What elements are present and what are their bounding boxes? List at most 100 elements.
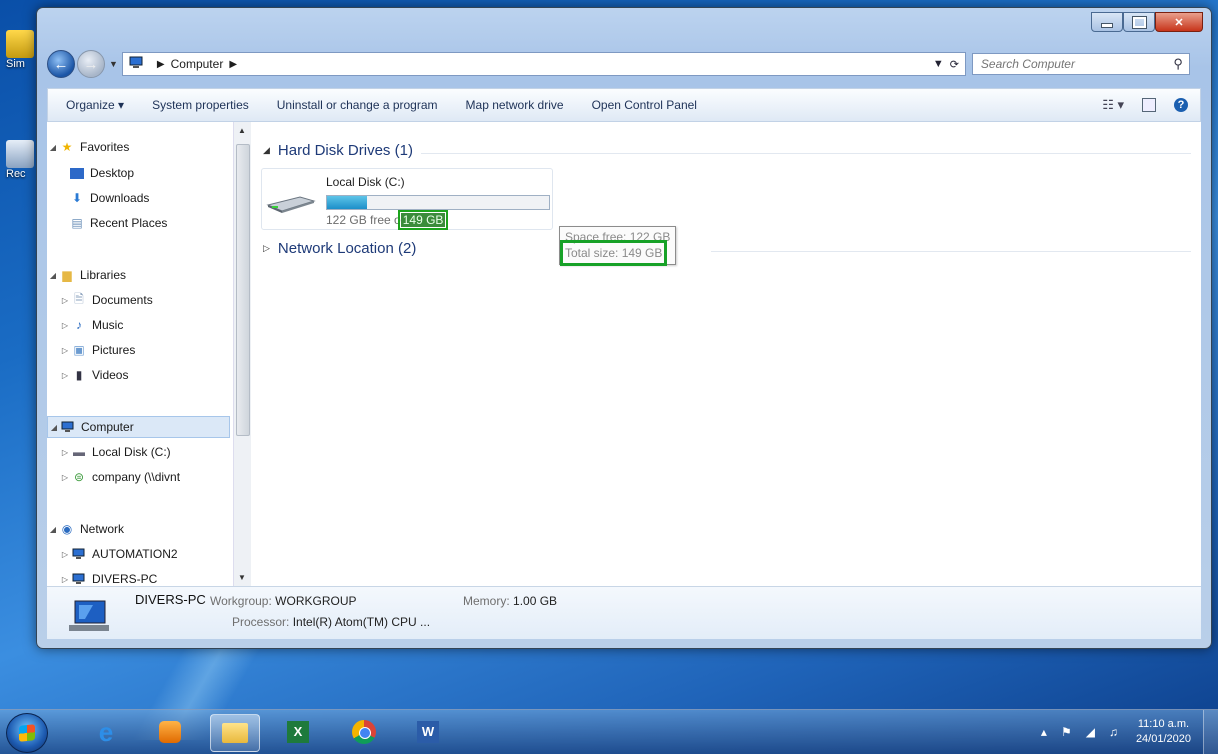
nav-videos[interactable]: ▷ ▮ Videos [59, 364, 129, 386]
search-box[interactable]: ⚲ [971, 53, 1190, 75]
nav-libraries[interactable]: ◢ ▆ Libraries [47, 264, 126, 286]
nav-label: Network [80, 522, 125, 536]
nav-music[interactable]: ▷ ♪ Music [59, 314, 123, 336]
group-hard-disk-drives[interactable]: ◢ Hard Disk Drives (1) [263, 142, 413, 159]
breadcrumb-separator-icon[interactable]: ▶ [229, 59, 237, 70]
videos-icon: ▮ [75, 368, 83, 382]
nav-network[interactable]: ◢ ◉ Network [47, 518, 124, 540]
scroll-down-icon[interactable]: ▼ [238, 573, 246, 582]
nav-label: Music [92, 318, 124, 332]
preview-pane-icon[interactable] [1142, 98, 1156, 112]
collapse-icon[interactable]: ◢ [47, 143, 59, 152]
search-icon[interactable]: ⚲ [1173, 56, 1183, 72]
recent-pages-dropdown[interactable]: ▼ [109, 59, 118, 69]
collapse-icon[interactable]: ◢ [47, 525, 59, 534]
nav-automation2[interactable]: ▷ AUTOMATION2 [59, 543, 178, 565]
address-bar[interactable]: ▶ Computer ▶ ▼ ⟳ [121, 52, 966, 76]
nav-label: Recent Places [90, 216, 168, 230]
taskbar-media-player[interactable] [146, 714, 194, 750]
collapse-icon[interactable]: ◢ [47, 271, 59, 280]
expand-icon[interactable]: ▷ [263, 243, 270, 254]
group-network-location[interactable]: ▷ Network Location (2) [263, 240, 416, 257]
expand-icon[interactable]: ▷ [59, 371, 71, 380]
drive-tooltip: Space free: 122 GB Total size: 149 GB [559, 226, 677, 266]
system-properties-button[interactable]: System properties [138, 98, 263, 112]
desktop-icon-recycle[interactable]: Rec [6, 140, 36, 180]
taskbar-internet-explorer[interactable]: e [82, 714, 130, 750]
close-button[interactable]: ✕ [1155, 12, 1203, 32]
system-tray: ▴ ⚑ ◢ ♫ 11:10 a.m. 24/01/2020 [1041, 710, 1218, 754]
desktop-icon-sim[interactable]: Sim [6, 30, 36, 70]
taskbar-chrome[interactable] [340, 714, 388, 750]
drive-free-text: 122 GB free o 149 GB [326, 210, 449, 230]
uninstall-program-button[interactable]: Uninstall or change a program [263, 98, 452, 112]
nav-label: Libraries [80, 268, 127, 282]
nav-label: Pictures [92, 343, 136, 357]
expand-icon[interactable]: ▷ [59, 321, 71, 330]
back-button[interactable]: ← [47, 50, 75, 78]
expand-icon[interactable]: ▷ [59, 550, 71, 559]
nav-downloads[interactable]: ⬇ Downloads [69, 187, 149, 209]
nav-documents[interactable]: ▷ 🗎 Documents [59, 289, 153, 311]
window-controls: ✕ [1091, 12, 1203, 32]
action-center-flag-icon[interactable]: ⚑ [1061, 725, 1072, 739]
internet-explorer-icon: e [98, 716, 114, 747]
nav-company-share[interactable]: ▷ ⊜ company (\\divnt [59, 466, 180, 488]
maximize-button[interactable] [1123, 12, 1155, 32]
taskbar-excel[interactable]: X [274, 714, 322, 750]
drive-tile-local-disk[interactable]: Local Disk (C:) 122 GB free o 149 GB [261, 168, 553, 230]
help-icon[interactable]: ? [1174, 98, 1188, 112]
show-hidden-icons-icon[interactable]: ▴ [1041, 725, 1047, 739]
expand-icon[interactable]: ▷ [59, 473, 71, 482]
nav-label: Desktop [90, 166, 135, 180]
minimize-icon [1101, 22, 1113, 28]
refresh-icon[interactable]: ⟳ [950, 58, 959, 71]
folder-icon [222, 723, 248, 743]
details-pane: DIVERS-PC Workgroup: WORKGROUP Memory: 1… [47, 586, 1201, 639]
shortcut-icon [6, 30, 34, 58]
breadcrumb-computer[interactable]: Computer [171, 57, 224, 71]
clock-time: 11:10 a.m. [1137, 718, 1190, 730]
collapse-icon[interactable]: ◢ [48, 423, 60, 432]
navigation-scrollbar[interactable]: ▲ ▼ [233, 122, 251, 586]
taskbar-word[interactable]: W [404, 714, 452, 750]
open-control-panel-button[interactable]: Open Control Panel [578, 98, 711, 112]
desktop-icon [69, 166, 85, 180]
back-arrow-icon: ← [53, 55, 69, 73]
taskbar-file-explorer[interactable] [210, 714, 260, 752]
clock[interactable]: 11:10 a.m. 24/01/2020 [1136, 717, 1191, 747]
forward-button[interactable]: → [77, 50, 105, 78]
network-status-icon[interactable]: ◢ [1086, 725, 1095, 739]
nav-desktop[interactable]: Desktop [69, 162, 134, 184]
volume-icon[interactable]: ♫ [1109, 725, 1118, 739]
breadcrumb-separator-icon[interactable]: ▶ [157, 59, 165, 70]
scroll-up-icon[interactable]: ▲ [238, 126, 246, 135]
nav-computer[interactable]: ◢ Computer [47, 416, 230, 438]
change-view-icon[interactable]: ☷ ▾ [1102, 97, 1124, 113]
command-bar: Organize ▾ System properties Uninstall o… [47, 88, 1201, 122]
organize-button[interactable]: Organize ▾ [48, 98, 138, 112]
address-dropdown-icon[interactable]: ▼ [933, 58, 944, 70]
chrome-icon [352, 720, 376, 744]
nav-divers-pc[interactable]: ▷ DIVERS-PC [59, 568, 157, 586]
nav-local-disk[interactable]: ▷ ▬ Local Disk (C:) [59, 441, 171, 463]
show-desktop-button[interactable] [1203, 710, 1218, 754]
expand-icon[interactable]: ▷ [59, 296, 71, 305]
expand-icon[interactable]: ▷ [59, 575, 71, 584]
content-pane: ◢ Hard Disk Drives (1) Local Disk (C:) 1… [251, 122, 1201, 586]
nav-pictures[interactable]: ▷ ▣ Pictures [59, 339, 135, 361]
downloads-icon: ⬇ [71, 191, 83, 205]
nav-recent-places[interactable]: ▤ Recent Places [69, 212, 167, 234]
expand-icon[interactable]: ▷ [59, 448, 71, 457]
workgroup-value: WORKGROUP [275, 594, 357, 608]
explorer-window: ✕ ← → ▼ ▶ Computer ▶ ▼ ⟳ ⚲ Organize ▾ Sy… [36, 7, 1212, 649]
start-button[interactable] [6, 713, 48, 753]
search-input[interactable] [978, 56, 1174, 72]
minimize-button[interactable] [1091, 12, 1123, 32]
scrollbar-thumb[interactable] [236, 144, 250, 436]
computer-icon [60, 420, 76, 434]
map-network-drive-button[interactable]: Map network drive [452, 98, 578, 112]
collapse-icon[interactable]: ◢ [263, 145, 270, 156]
nav-favorites[interactable]: ◢ ★ Favorites [47, 136, 129, 158]
expand-icon[interactable]: ▷ [59, 346, 71, 355]
